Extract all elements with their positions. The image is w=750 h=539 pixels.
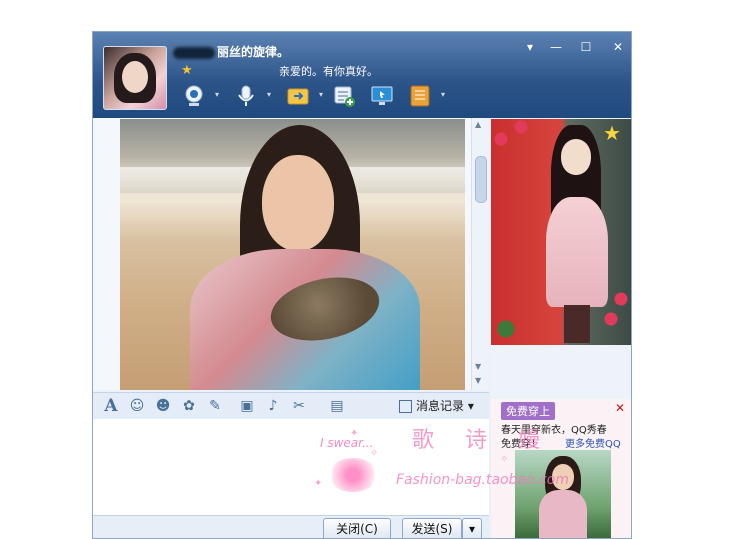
remote-assist-icon[interactable] [367,82,397,110]
file-transfer-icon[interactable]: ▾ [283,82,323,110]
ad-panel: 免费穿上 ✕ 春天里穿新衣，QQ秀春 免费穿！ 更多免费QQ [491,399,631,538]
message-history-button[interactable]: 消息记录 ▾ [399,397,474,414]
ad-text-line1: 春天里穿新衣，QQ秀春 [501,425,607,436]
app-box-icon[interactable]: ▾ [405,82,445,110]
chat-add-icon[interactable] [329,82,359,110]
message-input[interactable] [93,419,489,515]
history-icon [399,400,412,413]
wallet-icon[interactable]: ▤ [327,396,347,416]
ad-close-icon[interactable]: ✕ [615,401,625,415]
title-bar: 丽丝的旋律。 ★ 亲爱的。有你真好。 ▾ — ☐ ✕ ▾ ▾ ▾ ▾ [93,32,631,118]
ad-more-link[interactable]: 更多免费QQ [565,435,621,450]
ad-tag[interactable]: 免费穿上 [501,402,555,420]
maximize-button[interactable]: ☐ [575,39,597,55]
qq-show-avatar[interactable]: ★ [491,119,631,345]
font-icon[interactable]: A [101,396,121,416]
music-icon[interactable]: ♪ [263,396,283,416]
format-toolbar: A ☺ ☻ ✿ ✎ ▣ ♪ ✂ ▤ 消息记录 ▾ [93,392,489,420]
menu-dropdown-button[interactable]: ▾ [519,39,541,55]
message-scrollbar[interactable]: ▲ ▼ ▼ [471,118,489,390]
picture-icon[interactable]: ▣ [237,396,257,416]
star-icon: ★ [603,121,621,145]
close-button[interactable]: 关闭(C) [323,518,391,538]
contact-name: 丽丝的旋律。 [173,43,289,60]
contact-signature: 亲爱的。有你真好。 [279,65,378,78]
bottom-bar: 关闭(C) 发送(S) ▾ [93,515,489,538]
edit-icon[interactable]: ✎ [205,396,225,416]
send-button[interactable]: 发送(S) [402,518,462,538]
microphone-icon[interactable]: ▾ [231,82,271,110]
webcam-icon[interactable]: ▾ [179,82,219,110]
contact-name-text: 丽丝的旋律。 [217,45,290,59]
level-star-icon: ★ [181,63,193,78]
contact-avatar[interactable] [103,46,167,110]
emoji-icon[interactable]: ☺ [127,396,147,416]
chat-window: 丽丝的旋律。 ★ 亲爱的。有你真好。 ▾ — ☐ ✕ ▾ ▾ ▾ ▾ ▲ ▼ ▼… [92,31,632,539]
ad-text-line2: 免费穿！ [501,439,541,450]
scrollbar-thumb[interactable] [475,156,487,203]
name-redaction [173,46,215,59]
ad-image[interactable] [515,450,611,538]
graffiti-icon[interactable]: ✿ [179,396,199,416]
magic-face-icon[interactable]: ☻ [153,396,173,416]
message-area[interactable] [93,118,489,390]
screenshot-icon[interactable]: ✂ [289,396,309,416]
history-label: 消息记录 [416,399,465,413]
shared-photo[interactable] [120,119,465,390]
send-options-dropdown[interactable]: ▾ [462,518,482,538]
minimize-button[interactable]: — [545,39,567,55]
close-window-button[interactable]: ✕ [607,39,629,55]
